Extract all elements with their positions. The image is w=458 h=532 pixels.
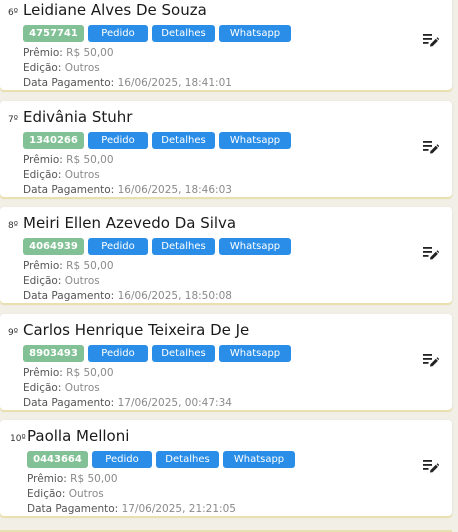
premio-value: R$ 50,00: [66, 153, 114, 166]
data-pagamento-label: Data Pagamento:: [23, 183, 115, 196]
edicao-label: Edição:: [27, 488, 66, 500]
data-pagamento-label: Data Pagamento:: [23, 290, 115, 302]
edicao-label: Edição:: [23, 275, 62, 287]
pedido-button[interactable]: Pedido: [88, 25, 148, 42]
premio-value: R$ 50,00: [66, 47, 114, 59]
whatsapp-button[interactable]: Whatsapp: [219, 344, 291, 362]
detalhes-button[interactable]: Detalhes: [152, 25, 215, 42]
edicao-value: Outros: [68, 488, 104, 500]
data-pagamento-value: 16/06/2025, 18:46:03: [117, 183, 232, 196]
pedido-button[interactable]: Pedido: [88, 131, 148, 149]
order-code-badge: 8903493: [23, 344, 84, 362]
premio-value: R$ 50,00: [66, 366, 114, 379]
order-code-badge: 0443664: [27, 451, 88, 468]
detalhes-button[interactable]: Detalhes: [152, 344, 215, 362]
badge-row: 4757741 Pedido Detalhes Whatsapp: [23, 25, 291, 42]
rank-label: 7º: [8, 114, 18, 125]
rank-label: 8º: [8, 221, 18, 231]
edit-list-icon[interactable]: [423, 246, 439, 260]
premio-value: R$ 50,00: [70, 473, 118, 485]
data-pagamento-value: 17/06/2025, 21:21:05: [121, 503, 236, 515]
edit-list-icon[interactable]: [423, 459, 439, 473]
edicao-label: Edição:: [23, 62, 62, 74]
winner-card: 8º Meiri Ellen Azevedo Da Silva 4064939 …: [0, 207, 452, 303]
badge-row: 1340266 Pedido Detalhes Whatsapp: [23, 131, 291, 149]
detalhes-button[interactable]: Detalhes: [152, 131, 215, 149]
premio-label: Prêmio:: [23, 366, 63, 379]
data-pagamento-value: 17/06/2025, 00:47:34: [117, 396, 232, 409]
rank-label: 6º: [8, 8, 18, 18]
winner-name: Paolla Melloni: [27, 427, 130, 445]
winner-name: Carlos Henrique Teixeira De Je: [23, 320, 250, 339]
order-code-badge: 4064939: [23, 238, 84, 255]
winner-info: Prêmio: R$ 50,00 Edição: Outros Data Pag…: [23, 259, 232, 304]
data-pagamento-label: Data Pagamento:: [23, 77, 115, 89]
edit-list-icon[interactable]: [423, 353, 439, 367]
data-pagamento-label: Data Pagamento:: [27, 503, 119, 515]
detalhes-button[interactable]: Detalhes: [152, 238, 215, 255]
premio-value: R$ 50,00: [66, 260, 114, 272]
premio-label: Prêmio:: [23, 47, 63, 59]
pedido-button[interactable]: Pedido: [88, 238, 148, 255]
whatsapp-button[interactable]: Whatsapp: [219, 238, 291, 255]
winner-card: 7º Edivânia Stuhr 1340266 Pedido Detalhe…: [0, 100, 452, 198]
detalhes-button[interactable]: Detalhes: [156, 451, 219, 468]
badge-row: 0443664 Pedido Detalhes Whatsapp: [27, 451, 295, 468]
whatsapp-button[interactable]: Whatsapp: [219, 25, 291, 42]
whatsapp-button[interactable]: Whatsapp: [219, 131, 291, 149]
pedido-button[interactable]: Pedido: [92, 451, 152, 468]
winner-card: 9º Carlos Henrique Teixeira De Je 890349…: [0, 313, 452, 411]
pedido-button[interactable]: Pedido: [88, 344, 148, 362]
premio-label: Prêmio:: [27, 473, 67, 485]
winners-list: 6º Leidiane Alves De Souza 4757741 Pedid…: [0, 0, 452, 527]
winner-card: 6º Leidiane Alves De Souza 4757741 Pedid…: [0, 0, 452, 90]
premio-label: Prêmio:: [23, 260, 63, 272]
premio-label: Prêmio:: [23, 153, 63, 166]
winner-info: Prêmio: R$ 50,00 Edição: Outros Data Pag…: [23, 46, 232, 91]
edicao-label: Edição:: [23, 381, 62, 394]
rank-label: 10º: [10, 434, 26, 444]
data-pagamento-value: 16/06/2025, 18:41:01: [117, 77, 232, 89]
data-pagamento-label: Data Pagamento:: [23, 396, 115, 409]
winner-info: Prêmio: R$ 50,00 Edição: Outros Data Pag…: [23, 153, 232, 198]
badge-row: 8903493 Pedido Detalhes Whatsapp: [23, 344, 291, 362]
winner-card: 10º Paolla Melloni 0443664 Pedido Detalh…: [0, 420, 452, 516]
data-pagamento-value: 16/06/2025, 18:50:08: [117, 290, 232, 302]
edicao-label: Edição:: [23, 168, 62, 181]
winner-info: Prêmio: R$ 50,00 Edição: Outros Data Pag…: [23, 366, 232, 411]
winner-info: Prêmio: R$ 50,00 Edição: Outros Data Pag…: [27, 472, 236, 517]
winner-name: Meiri Ellen Azevedo Da Silva: [23, 214, 237, 232]
order-code-badge: 1340266: [23, 131, 84, 149]
order-code-badge: 4757741: [23, 25, 84, 42]
edicao-value: Outros: [64, 168, 100, 181]
edit-list-icon[interactable]: [423, 140, 439, 154]
rank-label: 9º: [8, 327, 18, 338]
winner-name: Leidiane Alves De Souza: [23, 1, 207, 19]
edicao-value: Outros: [64, 275, 100, 287]
winner-name: Edivânia Stuhr: [23, 107, 133, 126]
whatsapp-button[interactable]: Whatsapp: [223, 451, 295, 468]
badge-row: 4064939 Pedido Detalhes Whatsapp: [23, 238, 291, 255]
edicao-value: Outros: [64, 381, 100, 394]
edicao-value: Outros: [64, 62, 100, 74]
edit-list-icon[interactable]: [423, 33, 439, 47]
